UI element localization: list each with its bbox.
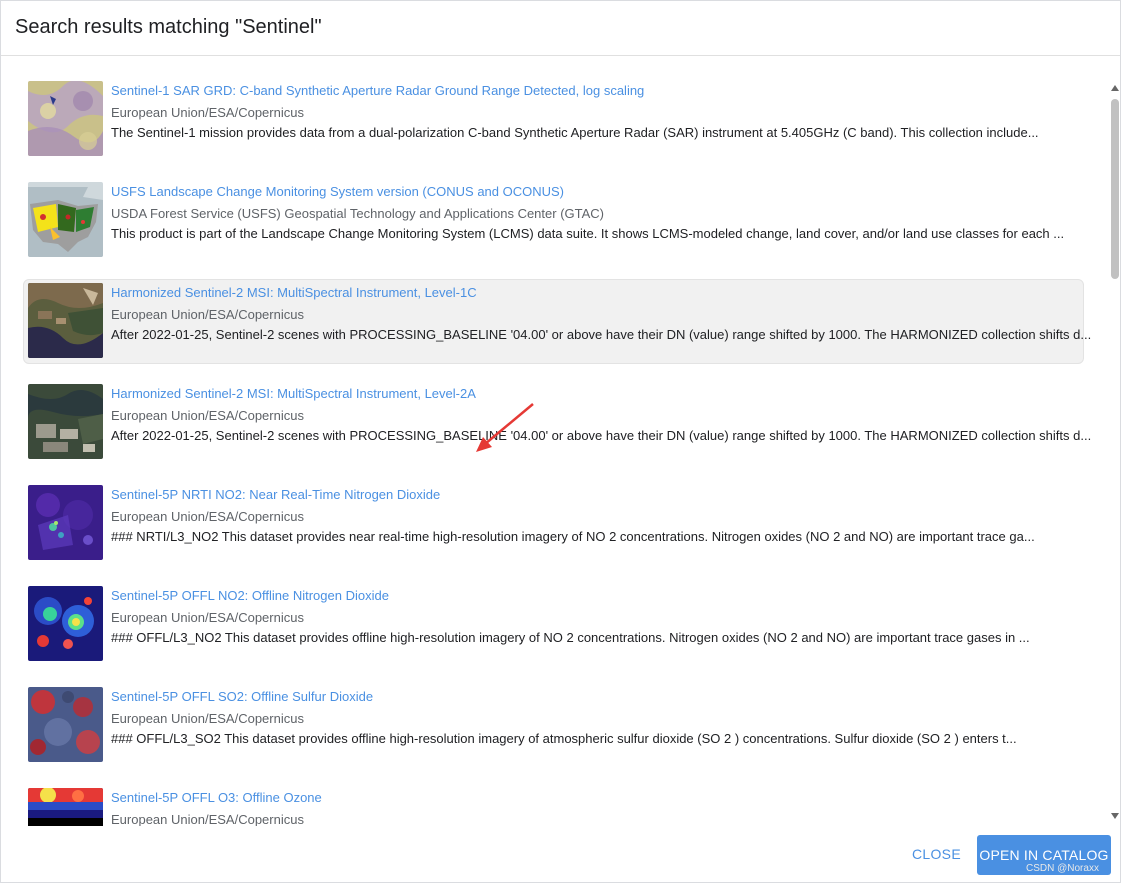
so2-offl-thumbnail[interactable] xyxy=(28,687,103,762)
sar-grd-thumbnail[interactable] xyxy=(28,81,103,156)
result-title-link[interactable]: Sentinel-5P OFFL NO2: Offline Nitrogen D… xyxy=(111,588,389,604)
result-description: After 2022-01-25, Sentinel-2 scenes with… xyxy=(111,327,1092,342)
results-list: Sentinel-1 SAR GRD: C-band Synthetic Ape… xyxy=(1,56,1107,826)
result-provider: USDA Forest Service (USFS) Geospatial Te… xyxy=(111,206,605,221)
annotation-arrow-icon xyxy=(476,403,534,452)
result-provider: European Union/ESA/Copernicus xyxy=(111,812,304,826)
result-provider: European Union/ESA/Copernicus xyxy=(111,711,304,726)
result-item-harmonized-s2-l1c[interactable]: Harmonized Sentinel-2 MSI: MultiSpectral… xyxy=(23,279,1091,364)
result-title-link[interactable]: Harmonized Sentinel-2 MSI: MultiSpectral… xyxy=(111,285,477,301)
result-item-s5p-offl-so2[interactable]: Sentinel-5P OFFL SO2: Offline Sulfur Dio… xyxy=(23,684,1084,769)
result-provider: European Union/ESA/Copernicus xyxy=(111,105,304,120)
search-results-dialog: Search results matching "Sentinel" Senti… xyxy=(0,0,1121,883)
result-item-s5p-nrti-no2[interactable]: Sentinel-5P NRTI NO2: Near Real-Time Nit… xyxy=(23,482,1084,567)
result-item-harmonized-s2-l2a[interactable]: Harmonized Sentinel-2 MSI: MultiSpectral… xyxy=(23,381,1091,466)
no2-nrti-thumbnail[interactable] xyxy=(28,485,103,560)
result-title-link[interactable]: Sentinel-5P OFFL O3: Offline Ozone xyxy=(111,790,322,806)
result-provider: European Union/ESA/Copernicus xyxy=(111,610,304,625)
scroll-down-icon[interactable] xyxy=(1111,813,1119,819)
result-item-s5p-offl-o3[interactable]: Sentinel-5P OFFL O3: Offline Ozone Europ… xyxy=(23,785,1084,826)
s2-l1c-thumbnail[interactable] xyxy=(28,283,103,358)
result-title-link[interactable]: USFS Landscape Change Monitoring System … xyxy=(111,184,564,200)
results-scrollbar[interactable] xyxy=(1107,79,1121,823)
result-title-link[interactable]: Sentinel-5P OFFL SO2: Offline Sulfur Dio… xyxy=(111,689,373,705)
close-button[interactable]: CLOSE xyxy=(901,840,972,868)
scrollbar-thumb[interactable] xyxy=(1111,99,1119,279)
result-provider: European Union/ESA/Copernicus xyxy=(111,408,304,423)
result-description: The Sentinel-1 mission provides data fro… xyxy=(111,125,1039,140)
dialog-footer: CLOSE OPEN IN CATALOG CSDN @Noraxx xyxy=(1,826,1121,883)
result-description: ### OFFL/L3_NO2 This dataset provides of… xyxy=(111,630,1030,645)
result-title-link[interactable]: Sentinel-5P NRTI NO2: Near Real-Time Nit… xyxy=(111,487,440,503)
result-description: This product is part of the Landscape Ch… xyxy=(111,226,1065,241)
result-item-sentinel1-sar-grd[interactable]: Sentinel-1 SAR GRD: C-band Synthetic Ape… xyxy=(23,78,1084,163)
dialog-title: Search results matching "Sentinel" xyxy=(15,16,322,38)
s2-l2a-thumbnail[interactable] xyxy=(28,384,103,459)
o3-offl-thumbnail[interactable] xyxy=(28,788,103,826)
result-description: After 2022-01-25, Sentinel-2 scenes with… xyxy=(111,428,1092,443)
result-title-link[interactable]: Harmonized Sentinel-2 MSI: MultiSpectral… xyxy=(111,386,476,402)
result-provider: European Union/ESA/Copernicus xyxy=(111,307,304,322)
result-description: ### OFFL/L3_SO2 This dataset provides of… xyxy=(111,731,1017,746)
result-title-link[interactable]: Sentinel-1 SAR GRD: C-band Synthetic Ape… xyxy=(111,83,644,99)
watermark: CSDN @Noraxx xyxy=(1026,863,1099,874)
result-provider: European Union/ESA/Copernicus xyxy=(111,509,304,524)
result-item-usfs-lcms[interactable]: USFS Landscape Change Monitoring System … xyxy=(23,179,1084,264)
scroll-up-icon[interactable] xyxy=(1111,85,1119,91)
result-item-s5p-offl-no2[interactable]: Sentinel-5P OFFL NO2: Offline Nitrogen D… xyxy=(23,583,1084,668)
dialog-header: Search results matching "Sentinel" xyxy=(1,1,1120,56)
no2-offl-thumbnail[interactable] xyxy=(28,586,103,661)
lcms-map-thumbnail[interactable] xyxy=(28,182,103,257)
result-description: ### NRTI/L3_NO2 This dataset provides ne… xyxy=(111,529,1035,544)
